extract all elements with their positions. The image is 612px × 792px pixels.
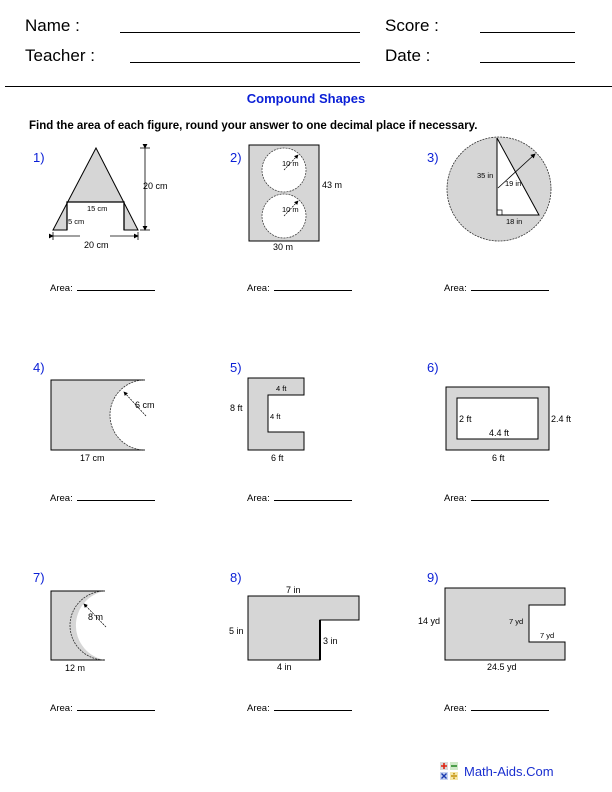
fig1-top-cut-label: 15 cm <box>87 204 107 213</box>
area-label: Area: <box>247 703 270 714</box>
fig1-base-label: 20 cm <box>84 240 109 250</box>
fig2-width-label: 30 m <box>273 242 293 252</box>
fig4-length-label: 17 cm <box>80 453 105 463</box>
area-label: Area: <box>444 703 467 714</box>
area-answer-5[interactable]: Area: <box>247 491 352 504</box>
fig5-height-label: 8 ft <box>230 403 243 413</box>
fig9-bottom-label: 24.5 yd <box>487 662 517 672</box>
fig5-notch-top-label: 4 ft <box>276 384 287 393</box>
fig5-notch-height-label: 4 ft <box>270 412 281 421</box>
fig3-height-label: 35 in <box>477 171 493 180</box>
area-answer-9[interactable]: Area: <box>444 701 549 714</box>
area-label: Area: <box>50 493 73 504</box>
area-answer-2[interactable]: Area: <box>247 281 352 294</box>
fig1-height-label: 20 cm <box>143 181 168 191</box>
answer-blank[interactable] <box>273 491 352 501</box>
area-answer-3[interactable]: Area: <box>444 281 549 294</box>
area-answer-8[interactable]: Area: <box>247 701 352 714</box>
fig5-width-label: 6 ft <box>271 453 284 463</box>
fig6-outer-height-label: 2.4 ft <box>551 414 572 424</box>
answer-blank[interactable] <box>76 491 155 501</box>
fig3-radius-label: 19 in <box>505 179 521 188</box>
figures-canvas: 20 cm 15 cm 5 cm 20 cm 10 m 10 m 43 m 30… <box>49 136 572 673</box>
area-label: Area: <box>247 283 270 294</box>
area-label: Area: <box>50 703 73 714</box>
area-answer-1[interactable]: Area: <box>50 281 155 294</box>
area-label: Area: <box>50 283 73 294</box>
answer-blank[interactable] <box>273 701 352 711</box>
answer-blank[interactable] <box>470 701 549 711</box>
fig1-side-cut-label: 5 cm <box>68 217 84 226</box>
figure-8-l-shape <box>247 595 360 661</box>
fig9-notch-width-label: 7 yd <box>540 631 554 640</box>
fig8-bottom-label: 4 in <box>277 662 292 672</box>
fig4-radius-label: 6 cm <box>135 400 155 410</box>
brand-link[interactable]: Math-Aids.Com <box>464 764 554 779</box>
footer-brand[interactable]: Math-Aids.Com <box>440 762 554 780</box>
area-answer-6[interactable]: Area: <box>444 491 549 504</box>
fig2-radius-bottom-label: 10 m <box>282 205 299 214</box>
fig9-left-label: 14 yd <box>418 616 440 626</box>
area-label: Area: <box>444 493 467 504</box>
calculator-logo-icon <box>440 762 458 780</box>
figure-3-circle-triangle <box>446 136 552 242</box>
area-answer-4[interactable]: Area: <box>50 491 155 504</box>
fig8-step-label: 3 in <box>323 636 338 646</box>
fig7-length-label: 12 m <box>65 663 85 673</box>
fig8-top-label: 7 in <box>286 585 301 595</box>
area-answer-7[interactable]: Area: <box>50 701 155 714</box>
fig6-inner-height-label: 2 ft <box>459 414 472 424</box>
figure-4-rect-semicircle <box>50 379 147 451</box>
fig9-notch-height-label: 7 yd <box>509 617 523 626</box>
fig3-base-label: 18 in <box>506 217 522 226</box>
fig8-left-label: 5 in <box>229 626 244 636</box>
area-label: Area: <box>247 493 270 504</box>
fig2-height-label: 43 m <box>322 180 342 190</box>
fig6-inner-width-label: 4.4 ft <box>489 428 510 438</box>
answer-blank[interactable] <box>76 701 155 711</box>
figure-7-rect-semicircle <box>50 590 107 661</box>
answer-blank[interactable] <box>470 281 549 291</box>
figure-9-notched-rect <box>444 587 566 661</box>
fig2-radius-top-label: 10 m <box>282 159 299 168</box>
figure-1-triangle-cutout <box>49 144 150 240</box>
fig7-radius-label: 8 m <box>88 612 103 622</box>
answer-blank[interactable] <box>76 281 155 291</box>
area-label: Area: <box>444 283 467 294</box>
fig6-outer-width-label: 6 ft <box>492 453 505 463</box>
answer-blank[interactable] <box>273 281 352 291</box>
answer-blank[interactable] <box>470 491 549 501</box>
